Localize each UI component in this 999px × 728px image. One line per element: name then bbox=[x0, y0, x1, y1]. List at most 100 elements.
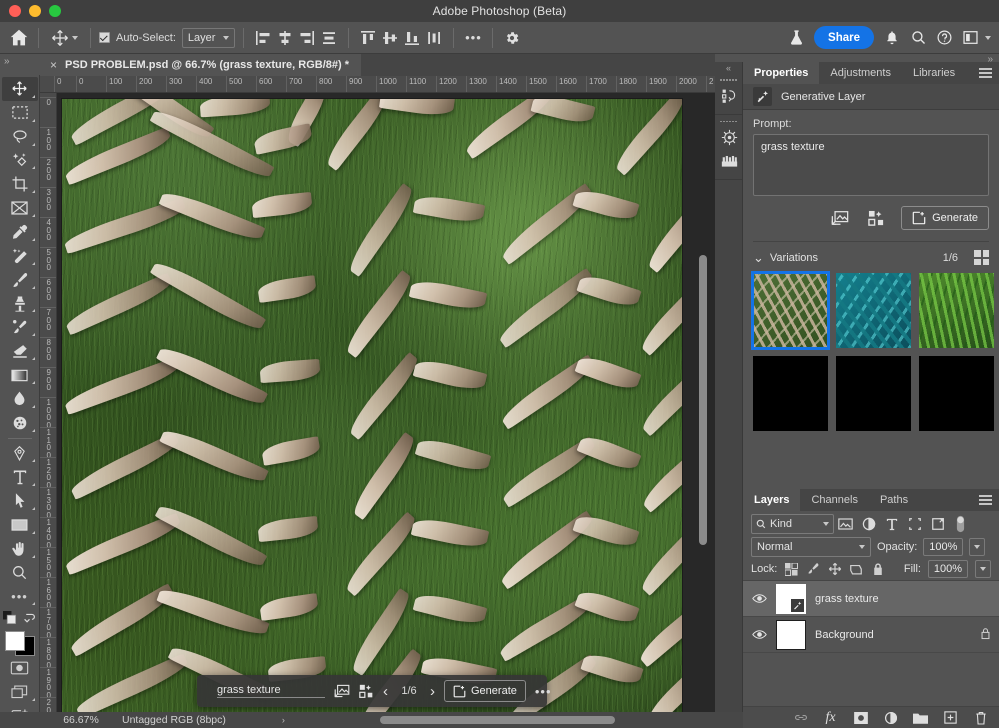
document-info[interactable]: Untagged RGB (8bpc) › bbox=[108, 714, 285, 726]
pen-tool[interactable] bbox=[2, 442, 38, 466]
document-info-arrow[interactable]: › bbox=[282, 715, 285, 725]
layer-visibility-toggle[interactable] bbox=[751, 629, 767, 640]
reference-image-icon[interactable] bbox=[829, 208, 851, 228]
layer-name[interactable]: grass texture bbox=[815, 593, 879, 605]
distribute-vertically-icon[interactable] bbox=[423, 26, 445, 50]
filter-shape-icon[interactable] bbox=[903, 514, 926, 534]
tab-layers[interactable]: Layers bbox=[743, 489, 800, 511]
blend-mode-dropdown[interactable]: Normal bbox=[751, 537, 871, 557]
share-button[interactable]: Share bbox=[814, 26, 874, 49]
link-layers-icon[interactable] bbox=[793, 710, 808, 725]
hand-tool[interactable] bbox=[2, 537, 38, 561]
chevron-down-icon[interactable] bbox=[72, 36, 78, 40]
align-top-edges-icon[interactable] bbox=[357, 26, 379, 50]
filter-toggle-switch[interactable] bbox=[949, 514, 972, 534]
variation-thumb-5[interactable] bbox=[836, 356, 911, 431]
default-colors-row[interactable] bbox=[3, 608, 36, 628]
opacity-dropdown-arrow[interactable] bbox=[969, 538, 985, 556]
tab-paths[interactable]: Paths bbox=[869, 489, 919, 511]
dock-expand-arrows[interactable]: « bbox=[715, 62, 742, 73]
vertical-ruler[interactable]: 0100200300400500600700800900100011001200… bbox=[40, 93, 57, 712]
edit-toolbar-button[interactable]: ••• bbox=[2, 585, 38, 609]
align-horizontal-centers-icon[interactable] bbox=[274, 26, 296, 50]
prompt-input[interactable]: grass texture bbox=[753, 134, 989, 196]
filter-pixel-icon[interactable] bbox=[834, 514, 857, 534]
variation-thumb-1[interactable] bbox=[753, 273, 828, 348]
document-tab[interactable]: × PSD PROBLEM.psd @ 66.7% (grass texture… bbox=[40, 54, 361, 76]
auto-select-group[interactable]: Auto-Select: Layer bbox=[99, 28, 235, 48]
home-icon[interactable] bbox=[8, 26, 30, 50]
layer-style-fx-icon[interactable]: fx bbox=[823, 710, 838, 725]
variation-thumb-2[interactable] bbox=[836, 273, 911, 348]
panel-grip[interactable] bbox=[715, 119, 742, 126]
lock-position-icon[interactable] bbox=[827, 562, 842, 577]
beta-flask-icon[interactable] bbox=[783, 25, 809, 51]
help-icon[interactable] bbox=[931, 25, 957, 51]
bell-icon[interactable] bbox=[879, 25, 905, 51]
generation-settings-icon[interactable] bbox=[865, 208, 887, 228]
fill-value[interactable]: 100% bbox=[928, 560, 968, 578]
eyedropper-tool[interactable] bbox=[2, 220, 38, 244]
more-options-button[interactable]: ••• bbox=[535, 682, 552, 701]
auto-select-checkbox[interactable] bbox=[99, 32, 110, 43]
tab-libraries[interactable]: Libraries bbox=[902, 62, 966, 84]
layer-name[interactable]: Background bbox=[815, 629, 874, 641]
clone-stamp-tool[interactable] bbox=[2, 292, 38, 316]
tab-channels[interactable]: Channels bbox=[800, 489, 868, 511]
lock-image-pixels-icon[interactable] bbox=[806, 562, 821, 577]
panel-menu-icon[interactable] bbox=[979, 68, 992, 80]
horizontal-type-tool[interactable] bbox=[2, 465, 38, 489]
toolbar-collapse-arrows[interactable]: » bbox=[4, 56, 10, 67]
layer-visibility-toggle[interactable] bbox=[751, 593, 767, 604]
rectangular-marquee-tool[interactable] bbox=[2, 101, 38, 125]
canvas-prompt-input[interactable]: grass texture bbox=[217, 684, 325, 698]
align-bottom-edges-icon[interactable] bbox=[401, 26, 423, 50]
layer-thumbnail-background[interactable] bbox=[776, 620, 806, 650]
panel-grip[interactable] bbox=[715, 77, 742, 84]
chevron-down-icon[interactable] bbox=[823, 522, 829, 526]
quick-mask-icon[interactable] bbox=[2, 656, 38, 680]
chevron-down-icon[interactable]: ⌄ bbox=[753, 254, 764, 262]
previous-variation-button[interactable]: ‹ bbox=[383, 682, 388, 701]
lock-transparent-pixels-icon[interactable] bbox=[784, 562, 799, 577]
spot-healing-brush-tool[interactable] bbox=[2, 244, 38, 268]
filter-kind-dropdown[interactable]: Kind bbox=[751, 514, 834, 534]
dodge-tool[interactable] bbox=[2, 411, 38, 435]
history-brush-tool[interactable] bbox=[2, 315, 38, 339]
zoom-level[interactable]: 66.67% bbox=[40, 714, 108, 726]
blur-tool[interactable] bbox=[2, 387, 38, 411]
lock-all-icon[interactable] bbox=[870, 562, 885, 577]
delete-layer-icon[interactable] bbox=[973, 710, 988, 725]
filter-type-icon[interactable] bbox=[880, 514, 903, 534]
gradient-tool[interactable] bbox=[2, 363, 38, 387]
tab-properties[interactable]: Properties bbox=[743, 62, 819, 84]
new-adjustment-layer-icon[interactable] bbox=[883, 710, 898, 725]
variation-thumb-6[interactable] bbox=[919, 356, 994, 431]
variation-thumb-3[interactable] bbox=[919, 273, 994, 348]
zoom-tool[interactable] bbox=[2, 561, 38, 585]
foreground-background-colors[interactable] bbox=[3, 631, 37, 657]
panel-menu-icon[interactable] bbox=[979, 495, 992, 507]
move-tool[interactable] bbox=[2, 77, 38, 101]
new-layer-icon[interactable] bbox=[943, 710, 958, 725]
more-options-button[interactable]: ••• bbox=[462, 26, 484, 50]
horizontal-scrollbar[interactable] bbox=[380, 716, 615, 724]
object-selection-tool[interactable] bbox=[2, 149, 38, 173]
align-left-edges-icon[interactable] bbox=[252, 26, 274, 50]
path-selection-tool[interactable] bbox=[2, 489, 38, 513]
swatches-icon[interactable] bbox=[715, 149, 743, 173]
eraser-tool[interactable] bbox=[2, 339, 38, 363]
add-layer-mask-icon[interactable] bbox=[853, 710, 868, 725]
new-group-icon[interactable] bbox=[913, 710, 928, 725]
foreground-color-swatch[interactable] bbox=[5, 631, 25, 651]
chevron-down-icon[interactable] bbox=[985, 36, 991, 40]
lasso-tool[interactable] bbox=[2, 125, 38, 149]
artboard-grass-texture[interactable] bbox=[62, 99, 682, 712]
canvas-area[interactable]: grass texture ‹ 1/6 › Generate ••• bbox=[57, 93, 715, 712]
brush-tool[interactable] bbox=[2, 268, 38, 292]
align-vertical-centers-icon[interactable] bbox=[379, 26, 401, 50]
align-right-edges-icon[interactable] bbox=[296, 26, 318, 50]
chevron-down-icon[interactable] bbox=[859, 545, 865, 549]
grid-view-icon[interactable] bbox=[974, 250, 989, 265]
rectangle-tool[interactable] bbox=[2, 513, 38, 537]
